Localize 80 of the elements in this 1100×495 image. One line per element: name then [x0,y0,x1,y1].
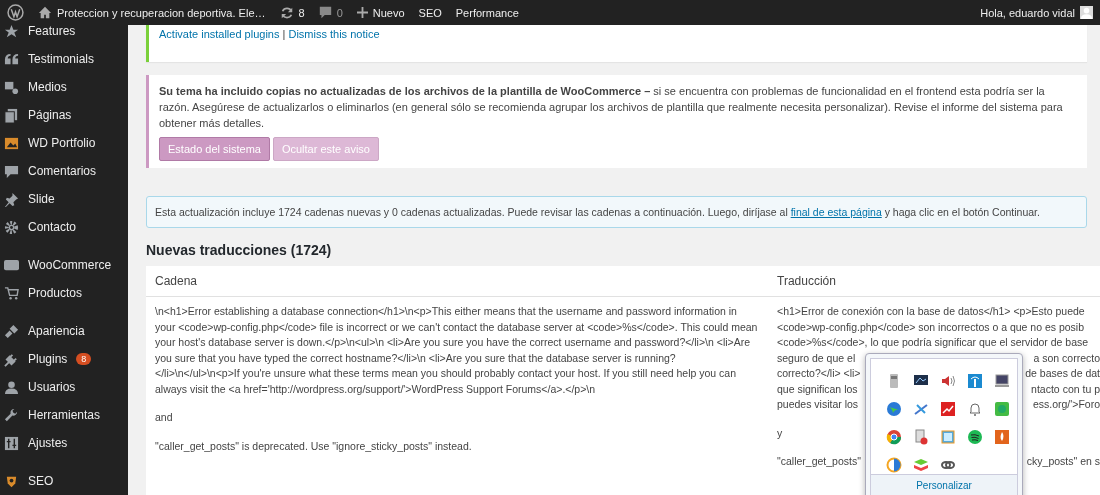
sliders-icon [4,435,19,451]
admin-bar-link[interactable]: Performance [448,0,526,25]
cart-icon [4,285,19,301]
link-separator: | [282,28,286,40]
translation-text: <code>wp-config.php</code> son incorrectos o a que no es posib [777,319,1085,335]
star-icon [4,23,19,39]
translation-text: correcto?</li> <li> [777,366,861,381]
sidebar-menu-item[interactable]: Testimonials [28,52,95,66]
wifi-icon[interactable] [967,373,983,389]
image-icon [4,135,19,151]
document-error-icon[interactable] [913,428,929,445]
refresh-icon [279,5,294,20]
translation-text: a son correcto [1033,350,1100,366]
plus-icon [356,7,368,18]
sidebar-menu-item[interactable]: Productos [28,286,83,300]
section-heading: Nuevas traducciones (1724) [146,242,333,258]
translation-text: y [777,425,783,441]
wordpress-logo-icon[interactable] [7,4,24,21]
pin-icon [4,191,19,207]
source-string: and [155,410,174,425]
notice-link[interactable]: Dismiss this notice [288,28,380,40]
media-icon [4,79,19,95]
sidebar-menu-item[interactable]: WD Portfolio [28,136,96,150]
translation-text: que significan los [777,381,858,397]
plug-icon [4,351,19,367]
update-count-badge: 8 [76,353,92,365]
translation-text: seguro de que el [777,350,856,366]
notice-link[interactable]: Activate installed plugins [159,28,280,40]
translation-text: ntacto con tu p [1031,381,1100,397]
half-circle-icon[interactable] [886,456,902,473]
speaker-icon[interactable] [940,373,956,389]
window-icon[interactable] [940,428,956,445]
stack-icon[interactable] [913,456,929,473]
comment-icon [4,163,19,179]
site-title-link[interactable]: Proteccion y recuperacion deportiva. Ele… [57,6,266,19]
gear-icon [4,219,19,235]
brush-icon [4,323,19,339]
sidebar-menu-item[interactable]: SEO [28,474,54,488]
admin-bar-link[interactable]: SEO [411,0,449,25]
translation-text: puedes visitar los [777,397,859,412]
info-text: Esta actualización incluye 1724 cadenas nuevas y 0 cadenas actualizadas. Puede revisar las cadenas a continuación. Luego, diríjase al final de esta página y haga clic en el botón Continuar. [155,206,1040,218]
translation-text: cky_posts" en s [1026,454,1100,469]
sidebar-menu-item[interactable]: Features [28,24,76,38]
translation-text: de bases de dat [1025,366,1100,381]
source-string: \n<h1>Error establishing a database connection</h1>\n<p>This either means that the username and password information in your <code>wp-config.php</code> file is incorrect or we can't contact the database server at <code>%s</code>. This could mean your host's database server is down.</p>\n<ul>\n <li>Are you sure you have the correct username and password?</li>\n <li>Are you sure that you have typed the correct hostname?</li>\n <li>Are you sure that the database server is running?</li>\n</ul>\n<p>If you're unsure what these terms mean you should probably contact your host. If you still need help you can always visit the <a href='http://wordpress.org/support/'>WordPress Support Forums</a>.</p>\n [155,304,759,397]
column-header: Cadena [154,274,199,288]
wrench-icon [4,407,19,423]
sidebar-menu-item[interactable]: Medios [28,80,67,94]
new-link[interactable]: Nuevo [372,6,405,19]
quote-icon [4,51,19,67]
source-string: "caller_get_posts" is deprecated. Use "ignore_sticky_posts" instead. [155,438,473,454]
translation-text: <h1>Error de conexión con la base de datos</h1> <p>Esto puede [777,304,1085,319]
bell-icon[interactable] [967,400,983,417]
notice-text: Su tema ha incluido copias no actualizadas de los archivos de la plantilla de WooCommerce – si se encuentra con problemas de funcionalidad en el frontend esta podría ser la razón. Asegúrese de actualizarlos o eliminarlos (en general sólo se recomienda agrupar los archivos de plantilla que realmente necesita personalizar). Revise el informe del sistema para obtener más detalles. [159,84,1064,131]
user-icon [4,379,19,395]
laptop-icon[interactable] [994,373,1010,389]
sidebar-menu-item[interactable]: Ajustes [28,436,68,450]
column-header: Traducción [776,274,837,288]
greeting-link[interactable]: Hola, eduardo vidal [980,6,1075,19]
browser-icon[interactable] [886,428,902,445]
comments-count[interactable]: 0 [336,6,343,19]
sidebar-menu-item[interactable]: Páginas [28,108,72,122]
translation-text: <code>%s</code>, lo que podría significar que el servidor de base [777,335,1089,350]
page-end-link[interactable]: final de esta página [790,206,882,218]
updates-count[interactable]: 8 [298,6,305,19]
sidebar-menu-item[interactable]: Slide [28,192,55,206]
sidebar-menu-item[interactable]: WooCommerce [28,258,112,272]
pages-icon [4,107,19,123]
sidebar-menu-item[interactable]: Usuarios [28,380,76,394]
sidebar-menu-item[interactable]: Herramientas [28,408,101,422]
sidebar-menu-item[interactable]: Comentarios [28,164,97,178]
home-icon [38,6,52,19]
sidebar-menu-item[interactable]: Contacto [28,220,77,234]
comment-icon [318,6,332,19]
music-icon[interactable] [967,428,983,445]
translation-text: ess.org/'>Foro [1032,397,1100,412]
sidebar-menu-item[interactable]: Plugins [28,352,68,366]
translation-text: "caller_get_posts" [777,454,861,469]
sidebar-menu-item[interactable]: Apariencia [28,324,85,338]
chart-icon[interactable] [940,400,956,417]
